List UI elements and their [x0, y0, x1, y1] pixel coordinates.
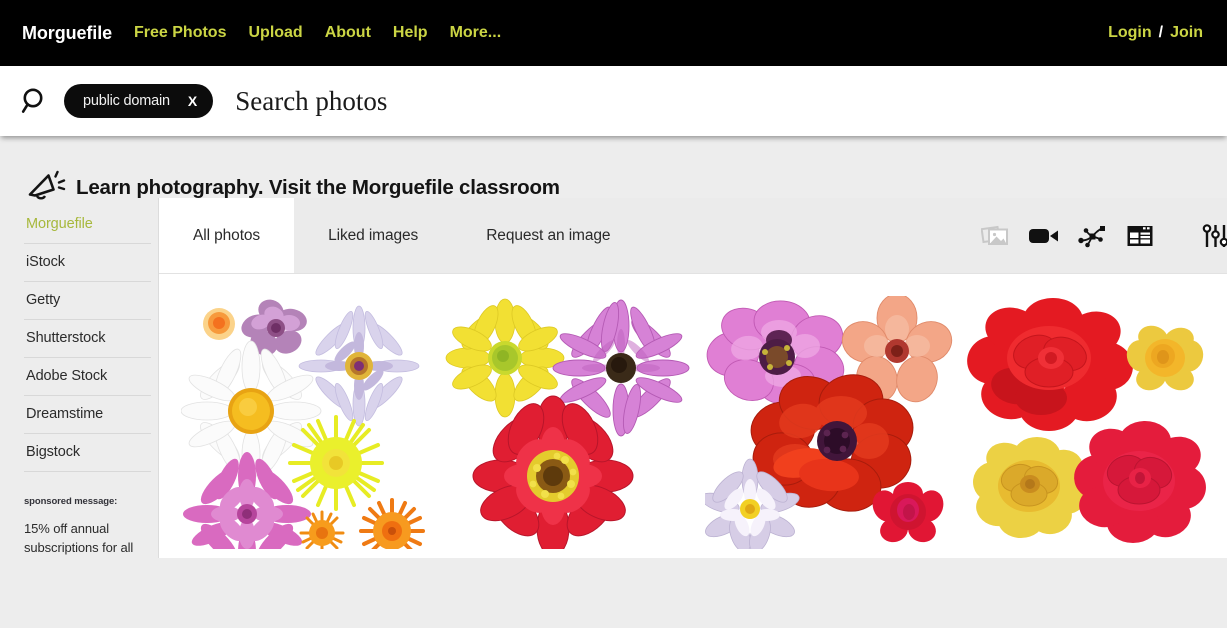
photo-results-grid [159, 274, 1227, 549]
search-input[interactable]: Search photos [235, 86, 387, 117]
sidebar-item-dreamstime[interactable]: Dreamstime [24, 396, 151, 434]
sidebar-item-morguefile[interactable]: Morguefile [24, 206, 151, 244]
sponsored-label: sponsored message: [24, 496, 118, 507]
sidebar-item-shutterstock[interactable]: Shutterstock [24, 320, 151, 358]
search-bar: public domain X Search photos [0, 66, 1227, 136]
photo-card[interactable] [181, 296, 429, 549]
remove-tag-icon[interactable]: X [188, 94, 197, 108]
results-panel: All photos Liked images Request an image [158, 198, 1227, 558]
nav-link-help[interactable]: Help [393, 24, 428, 42]
photo-card[interactable] [705, 296, 953, 549]
promo-text: Learn photography. Visit the Morguefile … [76, 176, 560, 199]
view-tools [979, 198, 1227, 273]
promo-banner[interactable]: Learn photography. Visit the Morguefile … [0, 136, 1227, 200]
account-links: Login / Join [1108, 24, 1205, 42]
nav-link-upload[interactable]: Upload [248, 24, 302, 42]
nav-link-free-photos[interactable]: Free Photos [134, 24, 226, 42]
results-tab-bar: All photos Liked images Request an image [159, 198, 1227, 274]
nav-link-more[interactable]: More... [450, 24, 502, 42]
sidebar-item-bigstock[interactable]: Bigstock [24, 434, 151, 472]
filter-sliders-icon[interactable] [1199, 221, 1227, 251]
search-icon[interactable] [20, 86, 50, 116]
sidebar-item-istock[interactable]: iStock [24, 244, 151, 282]
layout-icon[interactable] [1123, 221, 1157, 251]
search-tag-label: public domain [83, 93, 170, 109]
photo-card[interactable] [967, 296, 1215, 549]
vector-path-icon[interactable] [1075, 221, 1109, 251]
source-sidebar: Morguefile iStock Getty Shutterstock Ado… [24, 198, 151, 558]
login-join-separator: / [1158, 24, 1164, 41]
tab-liked-images[interactable]: Liked images [294, 198, 452, 273]
nav-link-about[interactable]: About [325, 24, 371, 42]
login-link[interactable]: Login [1108, 24, 1152, 42]
site-logo[interactable]: Morguefile [22, 23, 112, 44]
sidebar-item-getty[interactable]: Getty [24, 282, 151, 320]
sponsored-message[interactable]: 15% off annual subscriptions for all [24, 520, 151, 558]
photo-card[interactable] [443, 296, 691, 549]
tab-all-photos[interactable]: All photos [159, 198, 295, 273]
search-filter-tag[interactable]: public domain X [64, 84, 214, 118]
join-link[interactable]: Join [1170, 24, 1203, 42]
video-camera-icon[interactable] [1027, 221, 1061, 251]
main-content: Morguefile iStock Getty Shutterstock Ado… [0, 198, 1227, 558]
top-navigation-bar: Morguefile Free Photos Upload About Help… [0, 0, 1227, 66]
primary-nav-links: Free Photos Upload About Help More... [134, 24, 501, 42]
photos-icon[interactable] [979, 221, 1013, 251]
sidebar-item-adobe-stock[interactable]: Adobe Stock [24, 358, 151, 396]
tab-request-an-image[interactable]: Request an image [452, 198, 644, 273]
